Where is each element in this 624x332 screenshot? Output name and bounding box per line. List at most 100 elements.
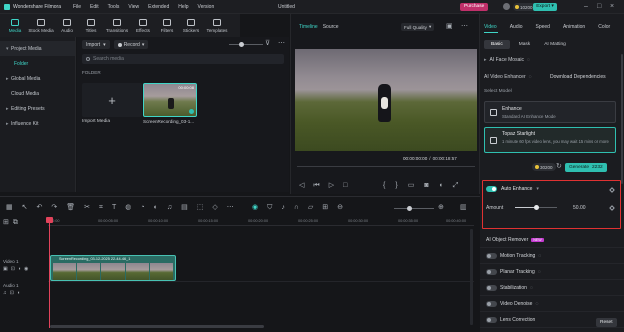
menu-help[interactable]: Help [178,4,188,10]
mute-icon[interactable]: ◖ [17,290,20,297]
import-media-tile[interactable]: + [82,83,142,117]
import-dropdown[interactable]: Import ▾ [82,40,110,49]
audio-tool-icon[interactable]: ♫ [167,204,172,211]
keyframe-icon[interactable] [609,187,615,193]
link-icon[interactable]: ⊞ [322,204,328,211]
help-icon[interactable]: ◌ [538,253,541,259]
layout-icon[interactable]: ▤ [181,204,188,211]
ai-tool-icon[interactable]: ◍ [125,204,131,211]
minimize-icon[interactable]: – [584,3,588,10]
maximize-icon[interactable]: □ [597,3,601,10]
split-icon[interactable]: ✂ [84,204,90,211]
timeline-horizontal-scrollbar[interactable] [50,325,264,328]
camera-icon[interactable]: ◙ [424,182,428,189]
crop-icon[interactable]: ⌗ [99,204,103,211]
export-button[interactable]: Export ▾ [533,3,557,11]
menu-edit[interactable]: Edit [90,4,99,10]
tab-transitions[interactable]: Transitions [104,14,130,37]
purchase-button[interactable]: Purchase [460,3,489,11]
tab-video[interactable]: Video [484,24,497,30]
add-track-icon[interactable]: ⊞ [3,219,9,226]
reset-button[interactable]: Reset [596,318,617,327]
play-icon[interactable]: ▷ [329,182,334,189]
section-stabilization[interactable]: Stabilization ◌ [480,280,624,296]
tab-timeline-preview[interactable]: Timeline [299,24,318,30]
volume-icon[interactable]: ◖ [439,182,443,189]
redo-icon[interactable]: ↷ [51,204,57,211]
more-icon[interactable]: ⋯ [278,40,285,47]
timeline-zoom-slider[interactable] [394,206,434,211]
text-icon[interactable]: T [112,204,116,211]
planar-tracking-toggle[interactable] [486,268,497,275]
tab-stickers[interactable]: Stickers [180,14,202,37]
model-enhance-card[interactable]: Enhance Standard AI Enhance Mode [484,101,616,123]
tab-audio-props[interactable]: Audio [510,24,523,30]
shield-icon[interactable]: ⛉ [267,204,272,211]
menu-view[interactable]: View [128,4,139,10]
playhead[interactable] [49,218,50,328]
undo-icon[interactable]: ↶ [37,204,43,211]
mark-in-icon[interactable]: { [383,182,385,189]
mask-icon[interactable]: ⬚ [197,204,204,211]
step-back-icon[interactable]: ⏮ [313,182,319,189]
mic-icon[interactable]: ♪ [281,204,285,211]
ai-assist-icon[interactable]: ◉ [252,204,258,211]
link-track-icon[interactable]: ⧉ [13,219,18,226]
quality-dropdown[interactable]: Full Quality ▾ [401,23,435,31]
sidebar-item-editing-presets[interactable]: ▸ Editing Presets [0,101,75,116]
search-field[interactable]: Search media [82,54,284,64]
prev-frame-icon[interactable]: ◁ [299,182,304,189]
properties-scrollbar[interactable] [621,54,623,184]
select-tool-icon[interactable]: ↖ [22,204,28,211]
more-icon[interactable]: ⋯ [461,23,468,30]
amount-slider[interactable] [515,205,557,210]
motion-tracking-toggle[interactable] [486,252,497,259]
generate-button[interactable]: Generate 2232 [565,163,607,172]
tab-color[interactable]: Color [598,24,610,30]
tab-animation[interactable]: Animation [563,24,585,30]
lens-correction-toggle[interactable] [486,316,497,323]
tab-titles[interactable]: Titles [80,14,102,37]
sidebar-item-global-media[interactable]: ▸ Global Media [0,71,75,86]
subtab-ai-matting[interactable]: AI Matting [539,40,571,49]
refresh-icon[interactable]: ↻ [556,163,562,170]
zoom-in-icon[interactable]: ⊕ [438,204,444,211]
tab-stock-media[interactable]: Stock Media [28,14,54,37]
close-icon[interactable]: × [610,3,614,10]
color-icon[interactable]: ◐ [154,204,158,211]
tab-speed[interactable]: Speed [536,24,550,30]
media-clip-thumbnail[interactable]: 00:00:08 [143,83,197,117]
ai-face-mosaic-label[interactable]: AI Face Mosaic [490,57,524,63]
section-video-denoise[interactable]: Video Denoise ◌ [480,296,624,312]
mark-out-icon[interactable]: } [395,182,397,189]
snapshot-icon[interactable]: ▣ [446,23,453,30]
auto-enhance-toggle[interactable] [486,186,497,192]
help-icon[interactable]: ◌ [529,74,532,80]
marker-icon[interactable]: ▱ [308,204,313,211]
menu-version[interactable]: Version [198,4,215,10]
more-icon[interactable]: ⋯ [227,204,234,211]
timeline-settings-icon[interactable]: ▥ [460,204,467,211]
menu-tools[interactable]: Tools [108,4,120,10]
display-icon[interactable]: ▭ [408,182,415,189]
tab-effects[interactable]: Effects [132,14,154,37]
mute-icon[interactable]: ◖ [18,266,21,273]
tab-media[interactable]: Media [4,14,26,37]
tab-filters[interactable]: Filters [156,14,178,37]
stabilization-toggle[interactable] [486,284,497,291]
grid-icon[interactable]: ▦ [6,204,13,211]
tab-source-preview[interactable]: Source [323,24,339,30]
amount-value[interactable]: 50.00 [573,205,586,211]
record-dropdown[interactable]: Record ▾ [113,40,149,49]
menu-extended[interactable]: Extended [148,4,169,10]
sidebar-item-project-media[interactable]: ▾ Project Media [0,41,75,56]
slider-knob[interactable] [239,42,244,47]
preview-scrubber[interactable] [297,166,475,167]
magnet-icon[interactable]: ∩ [294,204,299,211]
tab-audio[interactable]: Audio [56,14,78,37]
menu-file[interactable]: File [73,4,81,10]
download-dependencies-link[interactable]: Download Dependencies [550,74,606,80]
timeline-video-clip[interactable]: ScreenRecording_03-12-2025 22-44-46_1 [50,255,176,281]
keyframe-icon[interactable] [609,205,615,211]
user-avatar[interactable] [503,3,510,10]
